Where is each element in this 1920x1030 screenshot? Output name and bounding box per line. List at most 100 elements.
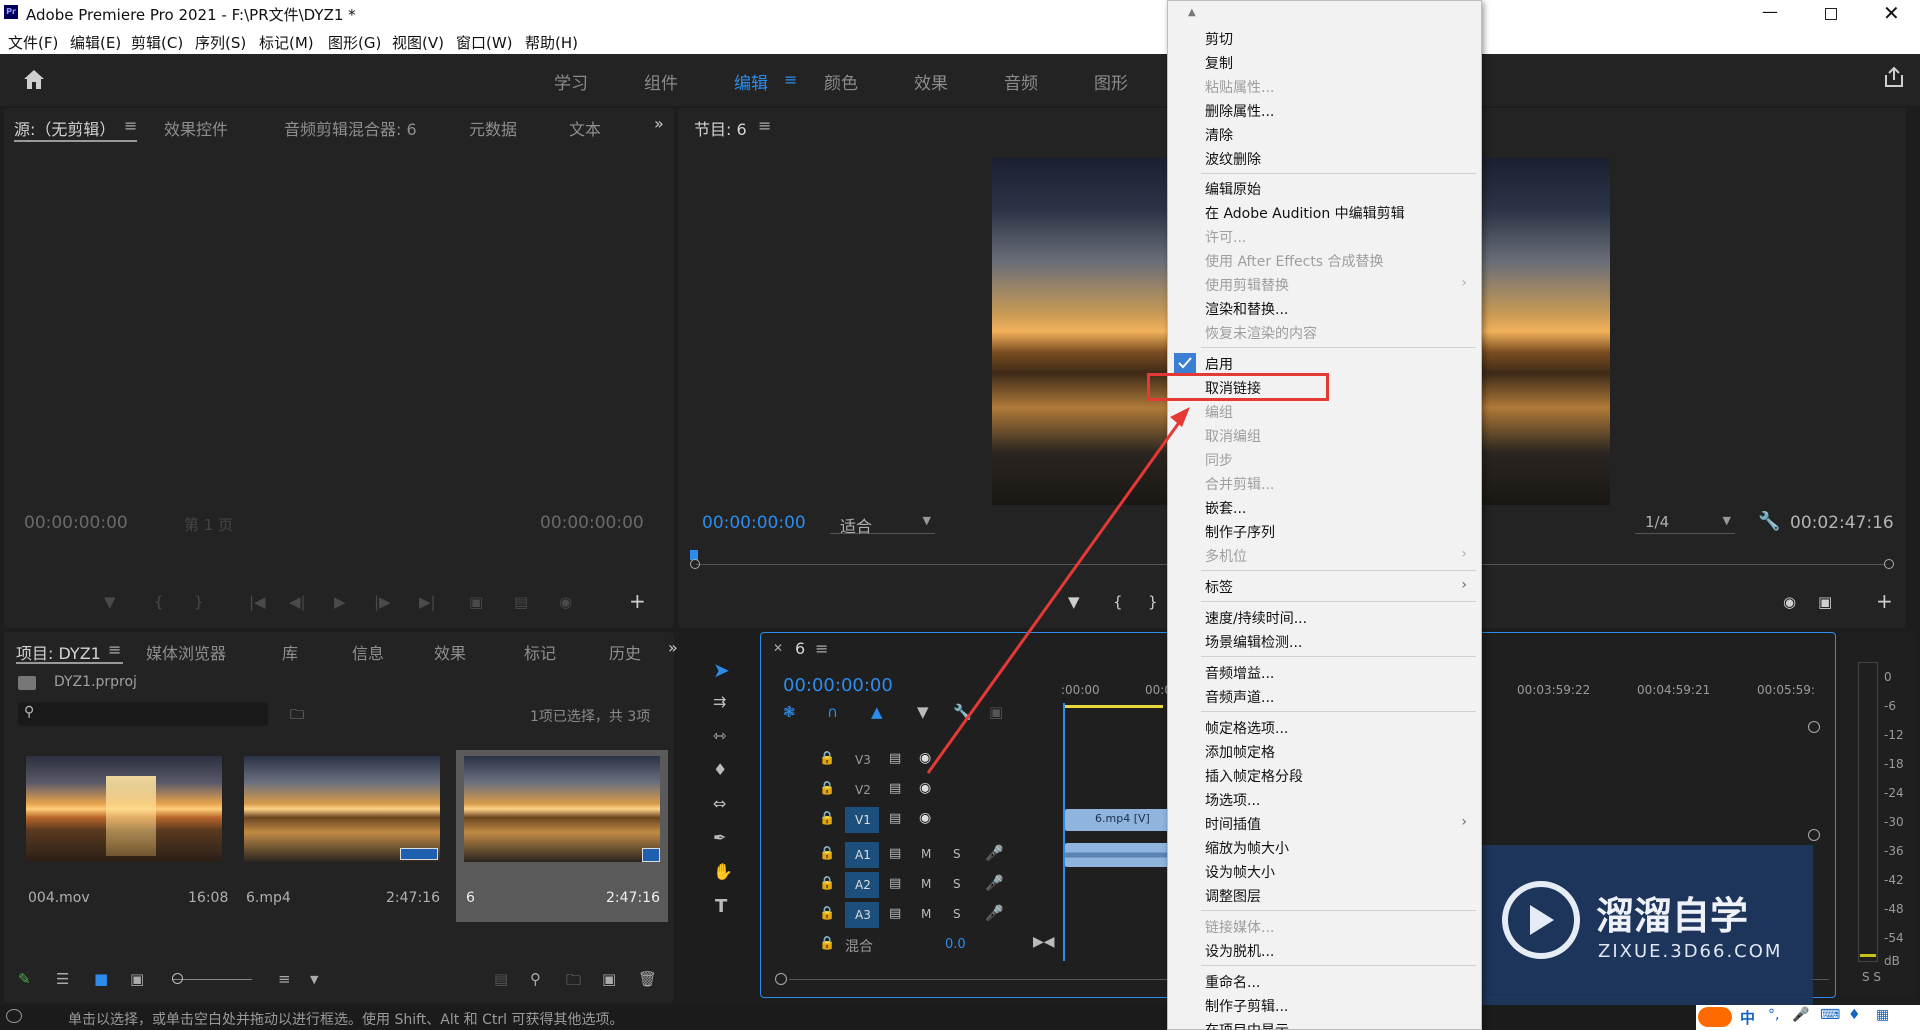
menu-item-license[interactable]: 许可... (1205, 227, 1246, 247)
ime-lang[interactable]: 中 (1740, 1007, 1755, 1028)
microphone-icon[interactable]: 🎤 (985, 874, 1004, 892)
menu-item-clear[interactable]: 清除 (1205, 125, 1233, 145)
nest-icon[interactable]: ❃ (783, 703, 796, 721)
workspace-menu-icon[interactable]: ≡ (784, 70, 797, 89)
solo-icon[interactable]: S (953, 877, 961, 891)
export-frame-icon[interactable]: ◉ (1783, 593, 1796, 611)
solo-icon[interactable]: S (953, 907, 961, 921)
menu-item-rename[interactable]: 重命名... (1205, 972, 1260, 992)
go-to-out-icon[interactable]: ▶| (419, 593, 436, 611)
tab-metadata[interactable]: 元数据 (469, 116, 517, 140)
search-input[interactable]: ⚲ (18, 702, 268, 726)
zoom-slider-handle[interactable] (172, 973, 183, 984)
timeline-audio-clip[interactable] (1065, 843, 1175, 867)
mark-in-icon[interactable]: { (154, 593, 164, 611)
new-item-icon[interactable]: ▣ (602, 970, 616, 988)
panel-menu-icon[interactable]: ≡ (815, 639, 828, 658)
razor-tool-icon[interactable]: ♦ (713, 760, 727, 779)
button-editor-icon[interactable]: + (629, 589, 646, 613)
lock-icon[interactable]: 🔒 (819, 846, 835, 861)
menu-item-add-frame-hold[interactable]: 添加帧定格 (1205, 742, 1275, 762)
sort-icon[interactable]: ≡ (278, 970, 291, 988)
menu-item-merge-clips[interactable]: 合并剪辑... (1205, 474, 1274, 494)
workspace-color[interactable]: 颜色 (824, 69, 858, 94)
menu-item-replace-with-clip[interactable]: 使用剪辑替换 (1205, 275, 1289, 295)
compare-view-icon[interactable]: ▣ (1818, 593, 1832, 611)
source-timecode-in[interactable]: 00:00:00:00 (24, 513, 128, 533)
close-icon[interactable]: ✕ (1883, 1, 1900, 25)
tab-source[interactable]: 源:（无剪辑） (14, 116, 115, 140)
menu-item-cut[interactable]: 剪切 (1205, 29, 1233, 49)
menu-item-remove-attributes[interactable]: 删除属性... (1205, 101, 1274, 121)
freeform-view-icon[interactable]: ▣ (130, 970, 144, 988)
overflow-icon[interactable]: » (654, 114, 664, 133)
timeline-timecode[interactable]: 00:00:00:00 (783, 675, 893, 696)
menu-item-edit-in-audition[interactable]: 在 Adobe Audition 中编辑剪辑 (1205, 203, 1405, 223)
sync-lock-icon[interactable]: ▤ (889, 846, 901, 861)
clip-item[interactable]: 004.mov 16:08 (18, 750, 230, 922)
microphone-icon[interactable]: 🎤 (1792, 1007, 1809, 1023)
punctuation-icon[interactable]: °, (1768, 1007, 1779, 1023)
type-tool-icon[interactable]: T (715, 896, 727, 917)
menu-item-make-subclip[interactable]: 制作子剪辑... (1205, 996, 1288, 1016)
menu-item-scene-edit-detection[interactable]: 场景编辑检测... (1205, 632, 1302, 652)
menu-item-adjustment-layer[interactable]: 调整图层 (1205, 886, 1261, 906)
sync-lock-icon[interactable]: ▤ (889, 906, 901, 921)
lock-icon[interactable]: 🔒 (819, 876, 835, 891)
close-tab-icon[interactable]: ✕ (773, 641, 783, 655)
insert-icon[interactable]: ▣ (469, 593, 483, 611)
tab-media-browser[interactable]: 媒体浏览器 (146, 640, 226, 664)
menu-item-render-and-replace[interactable]: 渲染和替换... (1205, 299, 1288, 319)
tab-program[interactable]: 节目: 6 (694, 116, 747, 140)
lock-icon[interactable]: 🔒 (819, 936, 835, 951)
toolbox-icon[interactable]: ▦ (1876, 1007, 1889, 1023)
restore-icon[interactable] (1825, 8, 1837, 20)
panel-menu-icon[interactable]: ≡ (124, 116, 137, 135)
menu-item-time-interpolation[interactable]: 时间插值 (1205, 814, 1261, 834)
menu-item-enable[interactable]: 启用 (1205, 354, 1233, 374)
new-search-bin-icon[interactable]: 🗀 (290, 704, 304, 728)
lock-icon[interactable]: 🔒 (819, 781, 835, 796)
button-editor-icon[interactable]: + (1876, 589, 1893, 613)
chevron-down-icon[interactable]: ▼ (310, 973, 318, 986)
pencil-icon[interactable]: ✎ (18, 970, 31, 988)
workspace-editing[interactable]: 编辑 (734, 69, 768, 94)
tab-effects[interactable]: 效果 (434, 640, 466, 664)
microphone-icon[interactable]: 🎤 (985, 844, 1004, 862)
menu-item-reveal-in-project[interactable]: 在项目中显示 (1205, 1020, 1289, 1030)
mix-end-icon[interactable]: ▶◀ (1033, 934, 1055, 950)
menu-file[interactable]: 文件(F) (8, 32, 58, 53)
menu-edit[interactable]: 编辑(E) (70, 32, 121, 53)
selection-tool-icon[interactable]: ➤ (713, 658, 730, 682)
tab-text[interactable]: 文本 (569, 116, 601, 140)
menu-item-synchronize[interactable]: 同步 (1205, 450, 1233, 470)
menu-item-nest[interactable]: 嵌套... (1205, 498, 1246, 518)
panel-menu-icon[interactable]: ≡ (108, 640, 121, 659)
settings-wrench-icon[interactable]: 🔧 (1758, 511, 1780, 532)
pen-tool-icon[interactable]: ✒ (713, 828, 726, 847)
workspace-audio[interactable]: 音频 (1004, 69, 1038, 94)
add-marker-icon[interactable]: ▼ (104, 593, 116, 611)
menu-item-copy[interactable]: 复制 (1205, 53, 1233, 73)
menu-window[interactable]: 窗口(W) (456, 32, 513, 53)
sync-lock-icon[interactable]: ▤ (889, 876, 901, 891)
keyboard-icon[interactable]: ⌨ (1820, 1007, 1840, 1023)
menu-item-edit-original[interactable]: 编辑原始 (1205, 179, 1261, 199)
menu-graphics[interactable]: 图形(G) (328, 32, 381, 53)
skin-icon[interactable]: ♦ (1848, 1007, 1861, 1023)
minimize-icon[interactable]: — (1762, 2, 1778, 21)
menu-item-replace-with-ae[interactable]: 使用 After Effects 合成替换 (1205, 251, 1384, 271)
track-select-tool-icon[interactable]: ⇉ (713, 692, 726, 711)
linked-selection-icon[interactable]: ▲ (871, 703, 883, 721)
menu-item-link-media[interactable]: 链接媒体... (1205, 917, 1274, 937)
menu-item-ungroup[interactable]: 取消编组 (1205, 426, 1261, 446)
menu-item-audio-channels[interactable]: 音频声道... (1205, 687, 1274, 707)
menu-marker[interactable]: 标记(M) (259, 32, 314, 53)
menu-item-label[interactable]: 标签 (1205, 577, 1233, 597)
tab-markers[interactable]: 标记 (524, 640, 556, 664)
program-timecode[interactable]: 00:00:00:00 (702, 513, 806, 533)
menu-item-insert-frame-hold-segment[interactable]: 插入帧定格分段 (1205, 766, 1303, 786)
sync-lock-icon[interactable]: ▤ (889, 811, 901, 826)
ripple-edit-tool-icon[interactable]: ⇿ (713, 726, 726, 745)
lock-icon[interactable]: 🔒 (819, 811, 835, 826)
